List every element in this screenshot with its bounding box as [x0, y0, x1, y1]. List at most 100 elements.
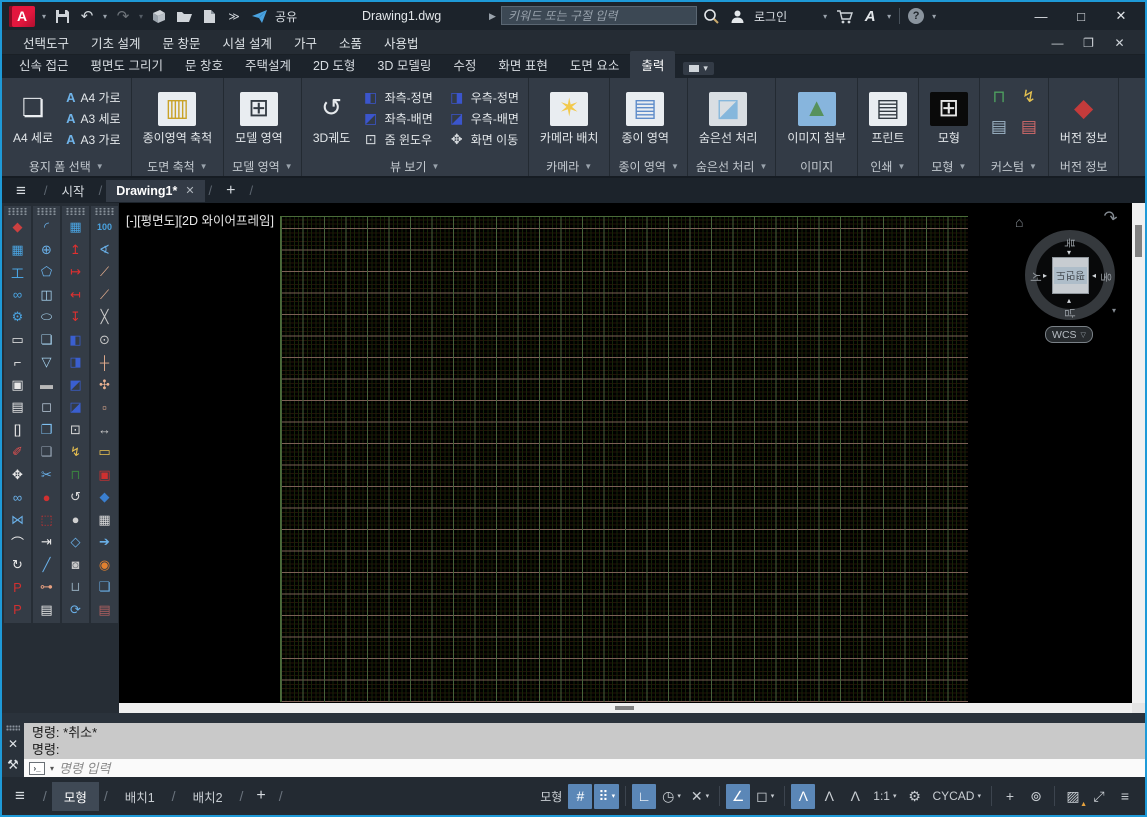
select-box-icon[interactable]: ⬚ [33, 509, 60, 532]
fillet-icon[interactable]: ⌒ [4, 531, 31, 554]
mdi-close-button[interactable]: ✕ [1104, 36, 1135, 50]
viewcube-arrow-left-icon[interactable]: ▸ [1043, 271, 1047, 280]
cone-icon[interactable]: ▽ [33, 351, 60, 374]
solids-icon[interactable]: ❏ [33, 329, 60, 352]
doc-blue-icon[interactable]: ❏ [91, 576, 118, 599]
annotation-visibility-icon[interactable]: Λ [791, 784, 815, 809]
command-grip-icon[interactable] [6, 725, 20, 731]
camera-orange-icon[interactable]: ◉ [91, 554, 118, 577]
node-line-icon[interactable]: ⊶ [33, 576, 60, 599]
panel-footer-버전 정보[interactable]: 버전 정보 [1049, 156, 1119, 176]
tool-column-grip[interactable] [66, 208, 85, 215]
menu-item-0[interactable]: 선택도구 [12, 33, 80, 52]
blue-cube-icon[interactable]: ◆ [91, 486, 118, 509]
redo-icon[interactable]: ↷ [114, 7, 132, 25]
share-plane-icon[interactable] [250, 9, 268, 24]
horizontal-scrollbar-thumb[interactable] [615, 706, 634, 710]
link-nodes-icon[interactable]: ∞ [4, 284, 31, 307]
ribbon-tab-5[interactable]: 3D 모델링 [366, 51, 442, 78]
menu-item-1[interactable]: 기초 설계 [80, 33, 151, 52]
viewport-label[interactable]: [-][평면도][2D 와이어프레임] [126, 210, 274, 229]
fence-tool-icon[interactable]: ⊓ [992, 87, 1005, 107]
ribbon-button-A4 세로[interactable]: ❏A4 세로 [8, 90, 58, 148]
plot-icon[interactable] [150, 9, 168, 24]
rotate-icon[interactable]: ↻ [4, 554, 31, 577]
ribbon-small-button-A4 가로[interactable]: AA4 가로 [62, 88, 124, 107]
small-square-icon[interactable]: ▫ [91, 396, 118, 419]
viewcube-rotate-icon[interactable]: ↷ [1101, 207, 1119, 230]
ribbon-button-모형[interactable]: ⊞모형 [925, 90, 973, 148]
circle-plus-icon[interactable]: ⊕ [33, 239, 60, 262]
file-tab-menu-icon[interactable]: ≡ [2, 181, 40, 201]
graphics-performance-icon[interactable]: ▨ [1061, 784, 1085, 809]
app-logo-icon[interactable]: A [9, 6, 35, 27]
viewcube-west[interactable]: 서 [1028, 272, 1044, 282]
save-icon[interactable] [53, 9, 71, 24]
wedge3-icon[interactable]: ◪ [62, 396, 89, 419]
vertical-scrollbar-thumb[interactable] [1135, 225, 1142, 257]
cube-icon[interactable]: ◻ [33, 396, 60, 419]
search-icon[interactable] [702, 8, 720, 24]
ribbon-button-숨은선 처리[interactable]: ◪숨은선 처리 [694, 90, 763, 148]
panel-footer-숨은선 처리[interactable]: 숨은선 처리▼ [688, 156, 775, 176]
redo-caret-icon[interactable]: ▾ [139, 12, 143, 21]
mirror-icon[interactable]: ⋈ [4, 509, 31, 532]
p-block-icon[interactable]: P [4, 576, 31, 599]
tool-column-grip[interactable] [8, 208, 27, 215]
red-window-icon[interactable]: ▣ [91, 464, 118, 487]
ribbon-tab-4[interactable]: 2D 도형 [302, 51, 366, 78]
app-menu-caret-icon[interactable]: ▾ [42, 12, 46, 21]
viewcube-east[interactable]: 동 [1098, 272, 1114, 282]
ribbon-button-프린트[interactable]: ▤프린트 [864, 90, 912, 148]
new-layout-button[interactable]: + [248, 787, 273, 805]
drawing-canvas[interactable]: [-][평면도][2D 와이어프레임] ⌂ ↷ 북 남 서 동 평면도 ▾ ▴ … [119, 203, 1145, 713]
grid-display-icon[interactable]: # [568, 784, 592, 809]
dark-grid-icon[interactable]: ▦ [91, 509, 118, 532]
dashed-arc-icon[interactable]: ◜ [33, 216, 60, 239]
ribbon-small-button-좌측-배면[interactable]: ◩좌측-배면 [360, 109, 436, 128]
ribbon-tab-3[interactable]: 주택설계 [234, 51, 302, 78]
tab-close-icon[interactable]: ✕ [185, 184, 194, 197]
h-dim-icon[interactable]: ↔ [91, 419, 118, 442]
panel-footer-도면 축척[interactable]: 도면 축척▼ [132, 156, 224, 176]
brand-caret-icon[interactable]: ▾ [887, 12, 891, 21]
window-close-button[interactable]: ✕ [1101, 8, 1141, 24]
login-caret-icon[interactable]: ▾ [823, 12, 827, 21]
tool-column-grip[interactable] [37, 208, 56, 215]
viewcube-arrow-down-icon[interactable]: ▴ [1067, 296, 1071, 305]
model-space-button[interactable]: 모형 [536, 784, 566, 809]
help-caret-icon[interactable]: ▾ [932, 12, 936, 21]
box-cylinder-icon[interactable]: ⊔ [62, 576, 89, 599]
search-go-icon[interactable]: ▶ [489, 11, 496, 22]
union-icon[interactable]: ❑ [33, 441, 60, 464]
trim-icon[interactable]: ✂ [33, 464, 60, 487]
version-hex-icon[interactable]: ◆ [4, 216, 31, 239]
user-icon[interactable] [728, 9, 746, 24]
p-block2-icon[interactable]: P [4, 599, 31, 622]
break-icon[interactable]: ╱ [33, 554, 60, 577]
cart-icon[interactable] [835, 9, 853, 24]
object-snap-icon[interactable]: ◻▾ [752, 784, 778, 809]
annotation-autoscale-icon[interactable]: Λ [817, 784, 841, 809]
command-caret-icon[interactable]: ▾ [50, 764, 54, 773]
annotation-scale-value[interactable]: 1:1▾ [869, 784, 900, 809]
undo-caret-icon[interactable]: ▾ [103, 12, 107, 21]
panel-footer-커스텀[interactable]: 커스텀▼ [980, 156, 1048, 176]
brand-a-icon[interactable]: A [861, 8, 879, 25]
viewcube-arrow-up-icon[interactable]: ▾ [1067, 248, 1071, 257]
pdf-cube-icon[interactable]: ◇ [62, 531, 89, 554]
panel-footer-용지 폼 선택[interactable]: 용지 폼 선택▼ [2, 156, 131, 176]
ribbon-button-종이 영역[interactable]: ▤종이 영역 [616, 90, 674, 148]
ribbon-tab-1[interactable]: 평면도 그리기 [79, 51, 173, 78]
command-input[interactable] [59, 761, 1140, 776]
ribbon-small-button-A3 가로[interactable]: AA3 가로 [62, 130, 124, 149]
layout-menu-icon[interactable]: ≡ [2, 786, 38, 806]
panel-footer-모형[interactable]: 모형▼ [919, 156, 979, 176]
sphere-icon[interactable]: ● [62, 509, 89, 532]
tool-column-grip[interactable] [95, 208, 114, 215]
fullscreen-icon[interactable]: ⤢ [1087, 784, 1111, 809]
search-input[interactable] [501, 6, 697, 25]
panel-footer-뷰 보기[interactable]: 뷰 보기▼ [302, 156, 528, 176]
align-right-icon[interactable]: ↦ [62, 261, 89, 284]
viewcube-south[interactable]: 남 [1062, 308, 1078, 318]
